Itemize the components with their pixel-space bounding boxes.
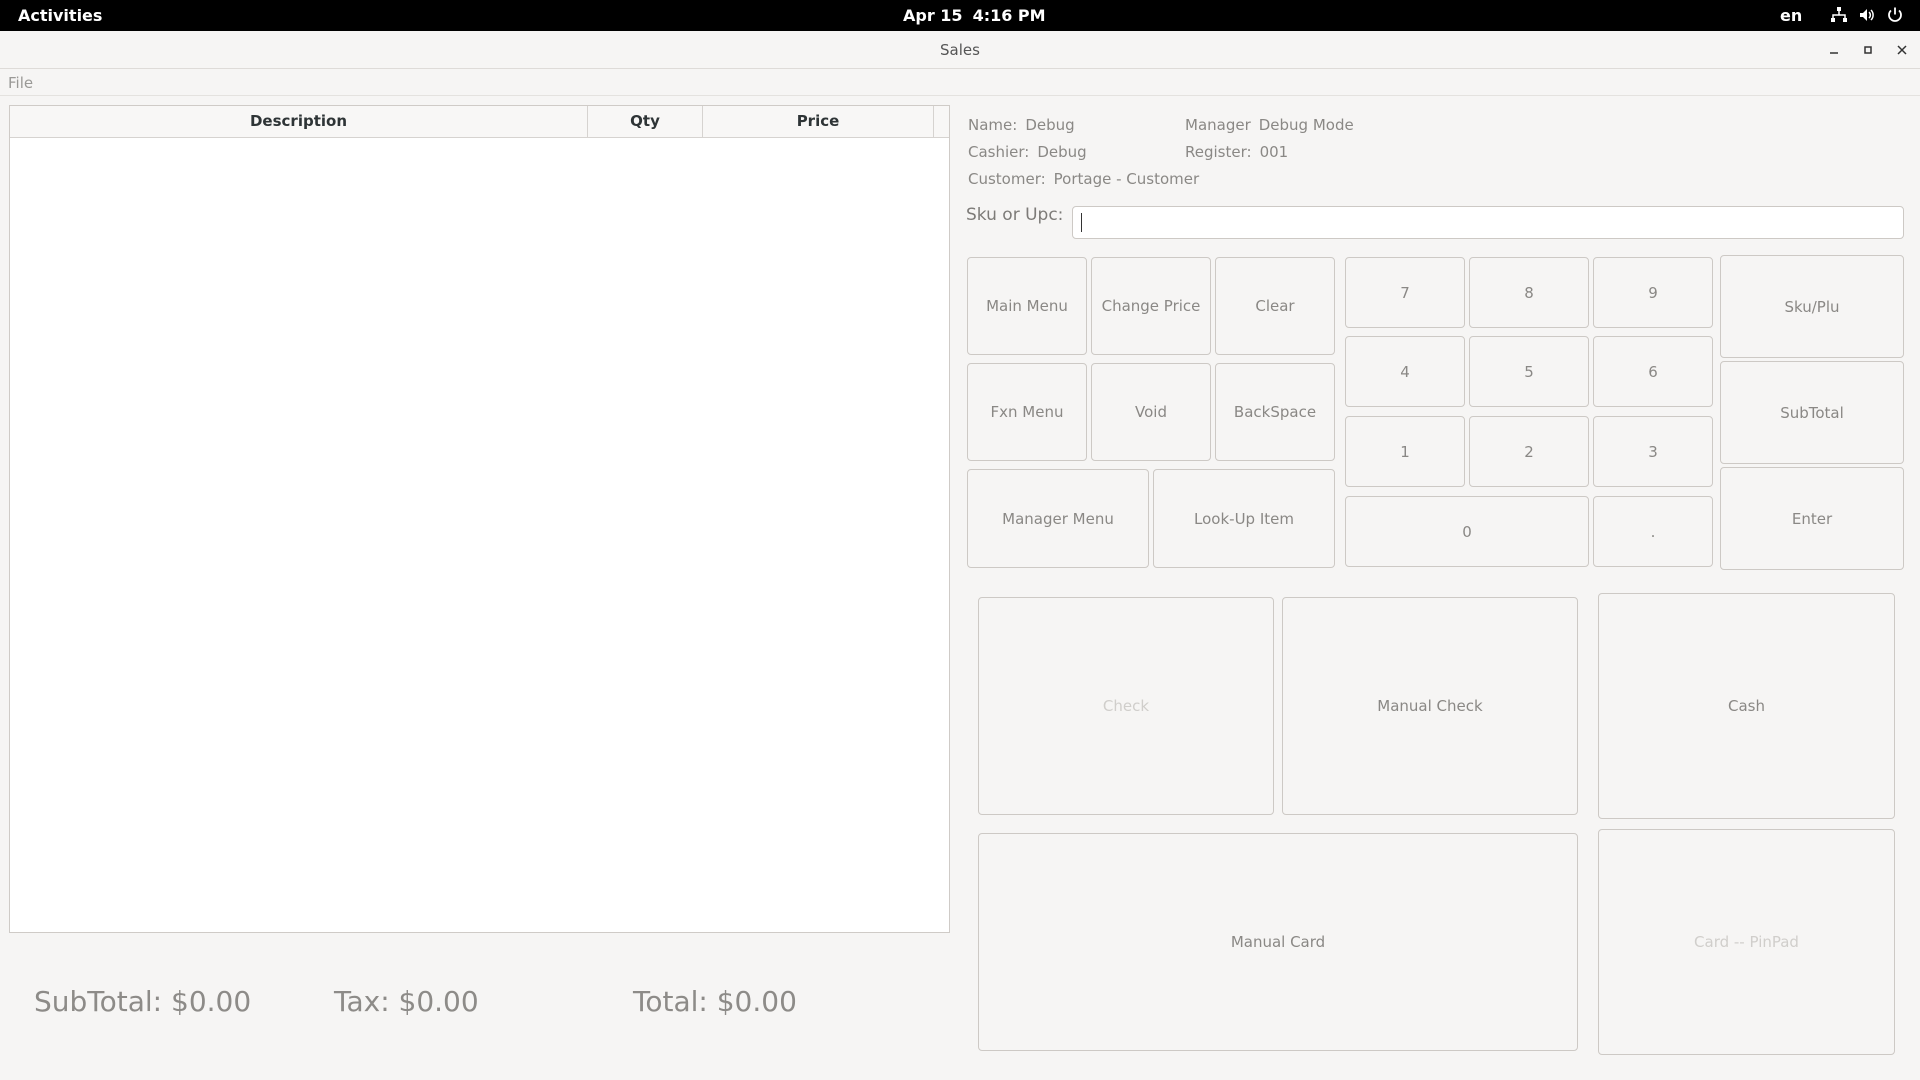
clock[interactable]: Apr 15 4:16 PM	[903, 6, 1056, 25]
check-button[interactable]: Check	[978, 597, 1274, 815]
lookup-item-button[interactable]: Look-Up Item	[1153, 469, 1335, 568]
sku-input[interactable]	[1072, 206, 1904, 239]
volume-icon	[1860, 9, 1874, 21]
manual-check-button[interactable]: Manual Check	[1282, 597, 1578, 815]
register-info: Register: 001	[1185, 143, 1288, 161]
keypad-2[interactable]: 2	[1469, 416, 1589, 487]
tax-display: Tax: $0.00	[334, 985, 479, 1018]
column-header-price[interactable]: Price	[703, 106, 934, 137]
register-value: 001	[1259, 143, 1289, 161]
keypad-dot[interactable]: .	[1593, 496, 1713, 567]
keypad-6[interactable]: 6	[1593, 336, 1713, 407]
menu-bar: File	[0, 70, 1920, 96]
keypad-3[interactable]: 3	[1593, 416, 1713, 487]
subtotal-button[interactable]: SubTotal	[1720, 361, 1904, 464]
close-icon	[1897, 45, 1907, 55]
keypad-0[interactable]: 0	[1345, 496, 1589, 567]
clock-date: Apr 15	[903, 6, 963, 25]
keypad-8[interactable]: 8	[1469, 257, 1589, 328]
fxn-menu-button[interactable]: Fxn Menu	[967, 363, 1087, 461]
file-menu[interactable]: File	[8, 74, 33, 92]
window-title: Sales	[940, 41, 980, 59]
close-button[interactable]	[1890, 38, 1914, 62]
name-value: Debug	[1025, 116, 1075, 134]
card-pinpad-button[interactable]: Card -- PinPad	[1598, 829, 1895, 1055]
total-display: Total: $0.00	[633, 985, 797, 1018]
backspace-button[interactable]: BackSpace	[1215, 363, 1335, 461]
table-header: Description Qty Price	[10, 106, 949, 138]
enter-button[interactable]: Enter	[1720, 467, 1904, 570]
maximize-button[interactable]	[1856, 38, 1880, 62]
keypad-5[interactable]: 5	[1469, 336, 1589, 407]
power-icon	[1888, 7, 1902, 22]
main-menu-button[interactable]: Main Menu	[967, 257, 1087, 355]
sales-table[interactable]: Description Qty Price	[9, 105, 950, 933]
sku-label: Sku or Upc:	[966, 205, 1064, 225]
customer-info: Customer: Portage - Customer	[968, 170, 1199, 188]
keypad-7[interactable]: 7	[1345, 257, 1465, 328]
column-header-qty[interactable]: Qty	[588, 106, 703, 137]
maximize-icon	[1864, 46, 1872, 54]
manager-label: Manager	[1185, 116, 1251, 134]
change-price-button[interactable]: Change Price	[1091, 257, 1211, 355]
customer-label: Customer:	[968, 170, 1046, 188]
minimize-icon	[1830, 52, 1838, 54]
name-info: Name: Debug	[968, 116, 1075, 134]
keypad-1[interactable]: 1	[1345, 416, 1465, 487]
cashier-info: Cashier: Debug	[968, 143, 1087, 161]
network-icon	[1831, 7, 1847, 22]
system-tray[interactable]	[1830, 6, 1904, 24]
void-button[interactable]: Void	[1091, 363, 1211, 461]
cashier-value: Debug	[1037, 143, 1087, 161]
manager-value: Debug Mode	[1258, 116, 1354, 134]
language-indicator[interactable]: en	[1780, 6, 1802, 25]
minimize-button[interactable]	[1822, 38, 1846, 62]
manager-menu-button[interactable]: Manager Menu	[967, 469, 1149, 568]
activities-button[interactable]: Activities	[18, 6, 102, 25]
cashier-label: Cashier:	[968, 143, 1030, 161]
name-label: Name:	[968, 116, 1018, 134]
clear-button[interactable]: Clear	[1215, 257, 1335, 355]
cash-button[interactable]: Cash	[1598, 593, 1895, 819]
window-title-bar: Sales	[0, 31, 1920, 69]
text-cursor	[1081, 213, 1082, 232]
keypad-9[interactable]: 9	[1593, 257, 1713, 328]
customer-value: Portage - Customer	[1053, 170, 1200, 188]
sku-plu-button[interactable]: Sku/Plu	[1720, 255, 1904, 358]
register-label: Register:	[1185, 143, 1252, 161]
manager-info: Manager Debug Mode	[1185, 116, 1354, 134]
system-top-bar: Activities Apr 15 4:16 PM en	[0, 0, 1920, 31]
column-header-description[interactable]: Description	[10, 106, 588, 137]
keypad-4[interactable]: 4	[1345, 336, 1465, 407]
clock-time: 4:16 PM	[972, 6, 1046, 25]
subtotal-display: SubTotal: $0.00	[34, 985, 252, 1018]
manual-card-button[interactable]: Manual Card	[978, 833, 1578, 1051]
